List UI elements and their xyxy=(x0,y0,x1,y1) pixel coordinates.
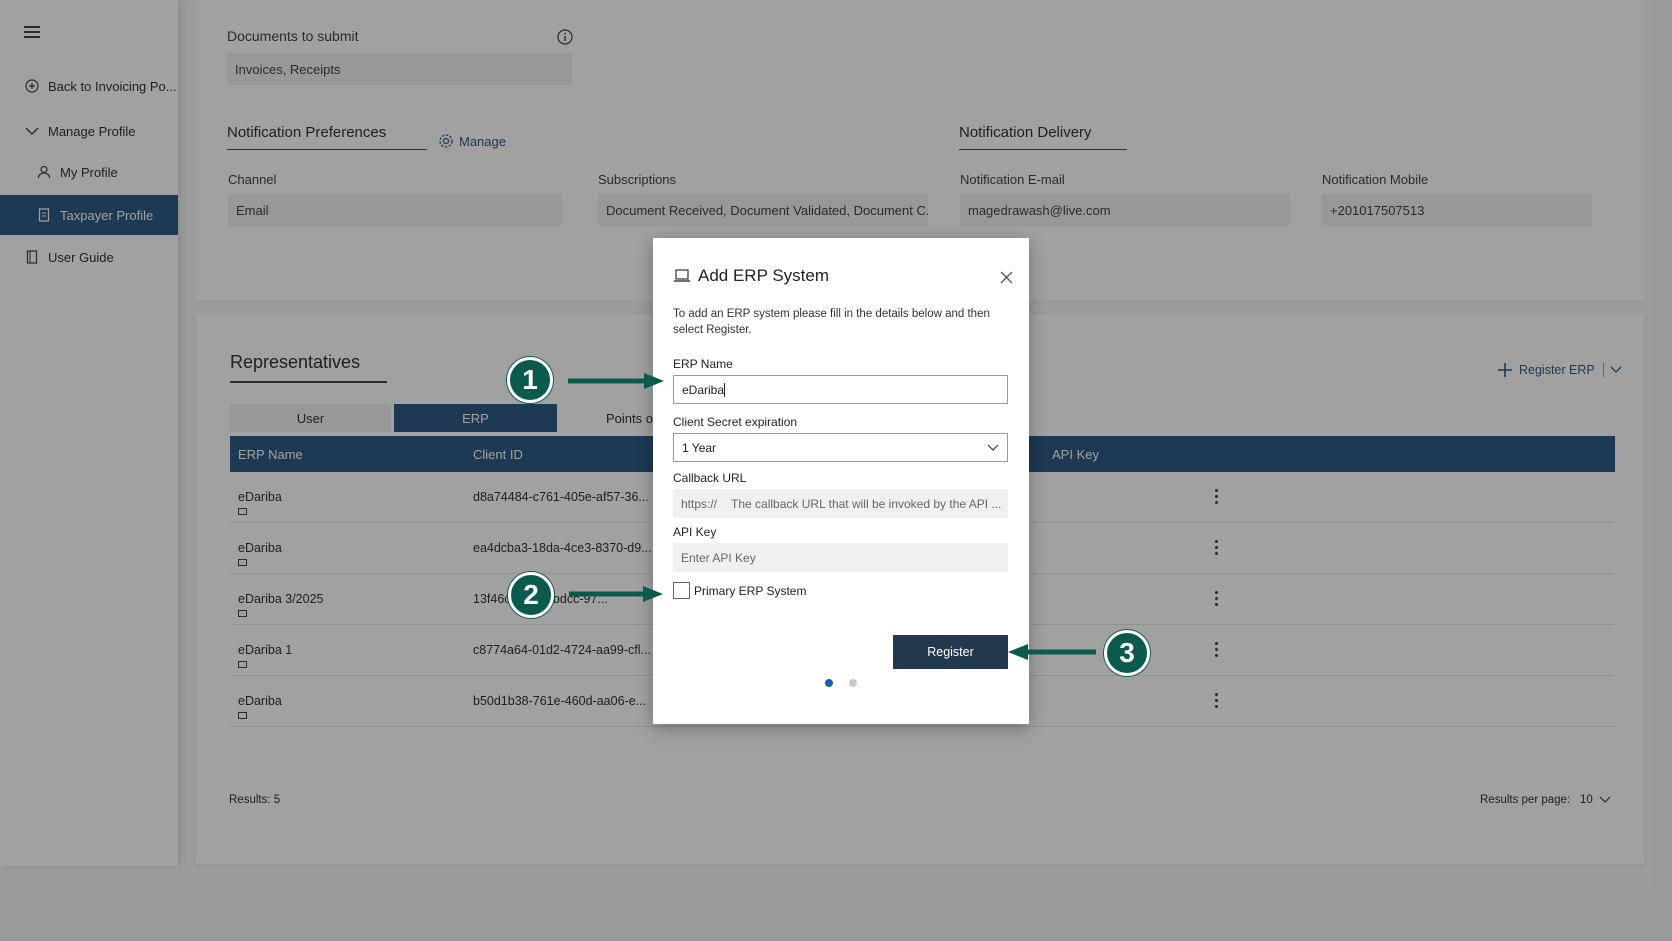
dialog-title: Add ERP System xyxy=(698,266,830,285)
client-secret-label: Client Secret expiration xyxy=(673,415,798,429)
dialog-description: To add an ERP system please fill in the … xyxy=(673,308,990,336)
callback-url-prefix: https:// xyxy=(681,496,718,511)
annotation-badge-3: 3 xyxy=(1104,630,1150,676)
close-icon[interactable] xyxy=(1000,271,1013,289)
add-erp-dialog: Add ERP System To add an ERP system plea… xyxy=(653,238,1029,724)
callback-url-input[interactable]: https:// The callback URL that will be i… xyxy=(673,489,1008,518)
annotation-arrow-2 xyxy=(569,586,663,602)
erp-name-input[interactable]: eDariba xyxy=(673,375,1008,404)
erp-name-label: ERP Name xyxy=(673,357,733,371)
erp-name-value: eDariba xyxy=(682,382,725,397)
register-button[interactable]: Register xyxy=(893,635,1008,669)
primary-erp-label: Primary ERP System xyxy=(694,583,807,598)
api-key-label: API Key xyxy=(673,525,717,539)
annotation-arrow-3 xyxy=(1008,644,1096,660)
api-key-placeholder: Enter API Key xyxy=(681,550,756,565)
callback-url-placeholder: The callback URL that will be invoked by… xyxy=(731,496,1002,511)
primary-erp-checkbox[interactable] xyxy=(673,582,690,599)
client-secret-value: 1 Year xyxy=(682,440,717,455)
step-indicator-active xyxy=(825,679,833,687)
api-key-input[interactable]: Enter API Key xyxy=(673,543,1008,572)
callback-url-label: Callback URL xyxy=(673,471,747,485)
annotation-badge-1: 1 xyxy=(507,357,553,403)
dialog-header: Add ERP System xyxy=(673,266,829,286)
annotation-badge-2: 2 xyxy=(508,572,554,618)
annotation-arrow-1 xyxy=(568,373,664,389)
laptop-icon xyxy=(674,269,690,282)
chevron-down-icon xyxy=(987,444,999,451)
client-secret-select[interactable]: 1 Year xyxy=(673,433,1008,462)
step-indicator xyxy=(849,679,857,687)
primary-erp-checkbox-row[interactable]: Primary ERP System xyxy=(673,582,806,599)
